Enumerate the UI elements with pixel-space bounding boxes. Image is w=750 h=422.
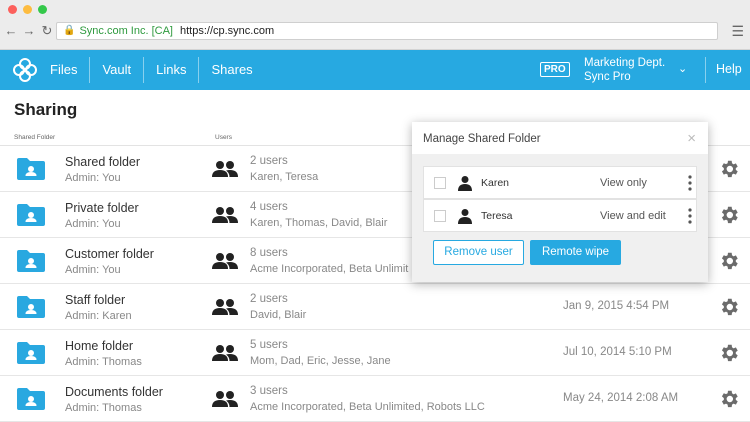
certificate-label: Sync.com Inc. [CA] bbox=[79, 25, 173, 37]
folder-name[interactable]: Home folder bbox=[65, 339, 133, 353]
arrow-right-icon[interactable]: → bbox=[22, 23, 36, 39]
user-count: 2 users bbox=[250, 293, 288, 305]
folder-name[interactable]: Private folder bbox=[65, 201, 139, 215]
user-count: 5 users bbox=[250, 339, 288, 351]
url-text: https://cp.sync.com bbox=[179, 25, 275, 37]
shared-folder-icon bbox=[16, 341, 46, 365]
user-names: Karen, Thomas, David, Blair bbox=[250, 217, 388, 229]
close-window-button[interactable] bbox=[8, 5, 17, 14]
folder-name[interactable]: Shared folder bbox=[65, 155, 140, 169]
gear-icon[interactable] bbox=[718, 388, 740, 410]
more-options-icon[interactable] bbox=[688, 174, 692, 192]
gear-icon[interactable] bbox=[718, 342, 740, 364]
remove-user-button[interactable]: Remove user bbox=[433, 240, 524, 265]
close-icon[interactable]: × bbox=[687, 130, 696, 147]
account-name: Marketing Dept. bbox=[584, 57, 666, 69]
users-icon bbox=[212, 390, 238, 408]
date-modified: Jan 9, 2015 4:54 PM bbox=[563, 300, 670, 312]
permission-label[interactable]: View and edit bbox=[600, 210, 666, 222]
folder-admin: Admin: Thomas bbox=[65, 402, 142, 414]
user-checkbox[interactable] bbox=[434, 177, 446, 189]
shared-folder-icon bbox=[16, 295, 46, 319]
window-controls bbox=[8, 5, 47, 14]
shared-user-name: Teresa bbox=[481, 210, 513, 222]
user-names: Acme Incorporated, Beta Unlimit bbox=[250, 263, 409, 275]
folder-name[interactable]: Documents folder bbox=[65, 385, 163, 399]
shared-user-name: Karen bbox=[481, 177, 510, 189]
folder-admin: Admin: You bbox=[65, 172, 121, 184]
folder-name[interactable]: Customer folder bbox=[65, 247, 154, 261]
user-checkbox[interactable] bbox=[434, 210, 446, 222]
user-names: Mom, Dad, Eric, Jesse, Jane bbox=[250, 355, 391, 367]
table-row[interactable]: Home folder Admin: Thomas 5 users Mom, Dad,… bbox=[0, 330, 750, 376]
arrow-left-icon[interactable]: ← bbox=[4, 23, 18, 39]
browser-nav: ← → ↻ bbox=[4, 23, 54, 39]
shared-user-row: Karen View only bbox=[423, 166, 697, 199]
column-header-users: Users bbox=[215, 134, 232, 141]
user-count: 8 users bbox=[250, 247, 288, 259]
users-icon bbox=[212, 160, 238, 178]
nav-shares[interactable]: Shares bbox=[199, 57, 264, 83]
sync-logo-icon[interactable] bbox=[12, 58, 38, 82]
main-nav: Files Vault Links Shares bbox=[38, 50, 265, 90]
table-row[interactable]: Staff folder Admin: Karen 2 users David, Bl… bbox=[0, 284, 750, 330]
folder-admin: Admin: You bbox=[65, 218, 121, 230]
account-menu[interactable]: Marketing Dept. Sync Pro bbox=[584, 56, 665, 84]
app-header: Files Vault Links Shares PRO Marketing D… bbox=[0, 50, 750, 90]
shared-folder-icon bbox=[16, 203, 46, 227]
pro-badge: PRO bbox=[540, 62, 570, 77]
page-title: Sharing bbox=[14, 100, 78, 119]
more-options-icon[interactable] bbox=[688, 207, 692, 225]
user-names: Karen, Teresa bbox=[250, 171, 319, 183]
nav-vault[interactable]: Vault bbox=[90, 57, 145, 83]
user-count: 4 users bbox=[250, 201, 288, 213]
remote-wipe-button[interactable]: Remote wipe bbox=[530, 240, 621, 265]
nav-files[interactable]: Files bbox=[38, 57, 91, 83]
table-row[interactable]: Documents folder Admin: Thomas 3 users Acme… bbox=[0, 376, 750, 422]
account-plan: Sync Pro bbox=[584, 71, 631, 83]
shared-folder-icon bbox=[16, 157, 46, 181]
folder-name[interactable]: Staff folder bbox=[65, 293, 125, 307]
divider bbox=[705, 57, 706, 83]
person-icon bbox=[457, 208, 473, 224]
users-icon bbox=[212, 344, 238, 362]
gear-icon[interactable] bbox=[718, 204, 740, 226]
manage-shared-folder-dialog: Manage Shared Folder × Karen View only Ter… bbox=[412, 122, 708, 282]
address-bar[interactable]: 🔒 Sync.com Inc. [CA] https://cp.sync.com bbox=[56, 22, 718, 40]
users-icon bbox=[212, 298, 238, 316]
shared-folder-icon bbox=[16, 387, 46, 411]
user-count: 3 users bbox=[250, 385, 288, 397]
user-names: Acme Incorporated, Beta Unlimited, Robot… bbox=[250, 401, 485, 413]
browser-chrome: ← → ↻ 🔒 Sync.com Inc. [CA] https://cp.sy… bbox=[0, 0, 750, 50]
date-modified: May 24, 2014 2:08 AM bbox=[563, 392, 679, 404]
shared-folder-icon bbox=[16, 249, 46, 273]
user-count: 2 users bbox=[250, 155, 288, 167]
gear-icon[interactable] bbox=[718, 250, 740, 272]
permission-label[interactable]: View only bbox=[600, 177, 647, 189]
help-link[interactable]: Help bbox=[716, 62, 742, 76]
user-names: David, Blair bbox=[250, 309, 307, 321]
person-icon bbox=[457, 175, 473, 191]
folder-admin: Admin: Thomas bbox=[65, 356, 142, 368]
shared-user-row: Teresa View and edit bbox=[423, 199, 697, 232]
lock-icon: 🔒 bbox=[63, 25, 76, 36]
folder-admin: Admin: You bbox=[65, 264, 121, 276]
users-icon bbox=[212, 252, 238, 270]
gear-icon[interactable] bbox=[718, 158, 740, 180]
column-header-shared-folder: Shared Folder bbox=[14, 134, 56, 141]
gear-icon[interactable] bbox=[718, 296, 740, 318]
minimize-window-button[interactable] bbox=[23, 5, 32, 14]
chevron-down-icon[interactable]: ⌄ bbox=[678, 62, 687, 75]
folder-admin: Admin: Karen bbox=[65, 310, 132, 322]
date-modified: Jul 10, 2014 5:10 PM bbox=[563, 346, 672, 358]
dialog-title: Manage Shared Folder bbox=[423, 133, 541, 145]
maximize-window-button[interactable] bbox=[38, 5, 47, 14]
users-icon bbox=[212, 206, 238, 224]
nav-links[interactable]: Links bbox=[144, 57, 200, 83]
hamburger-menu-icon[interactable]: ☰ bbox=[731, 23, 744, 39]
reload-icon[interactable]: ↻ bbox=[40, 23, 54, 39]
